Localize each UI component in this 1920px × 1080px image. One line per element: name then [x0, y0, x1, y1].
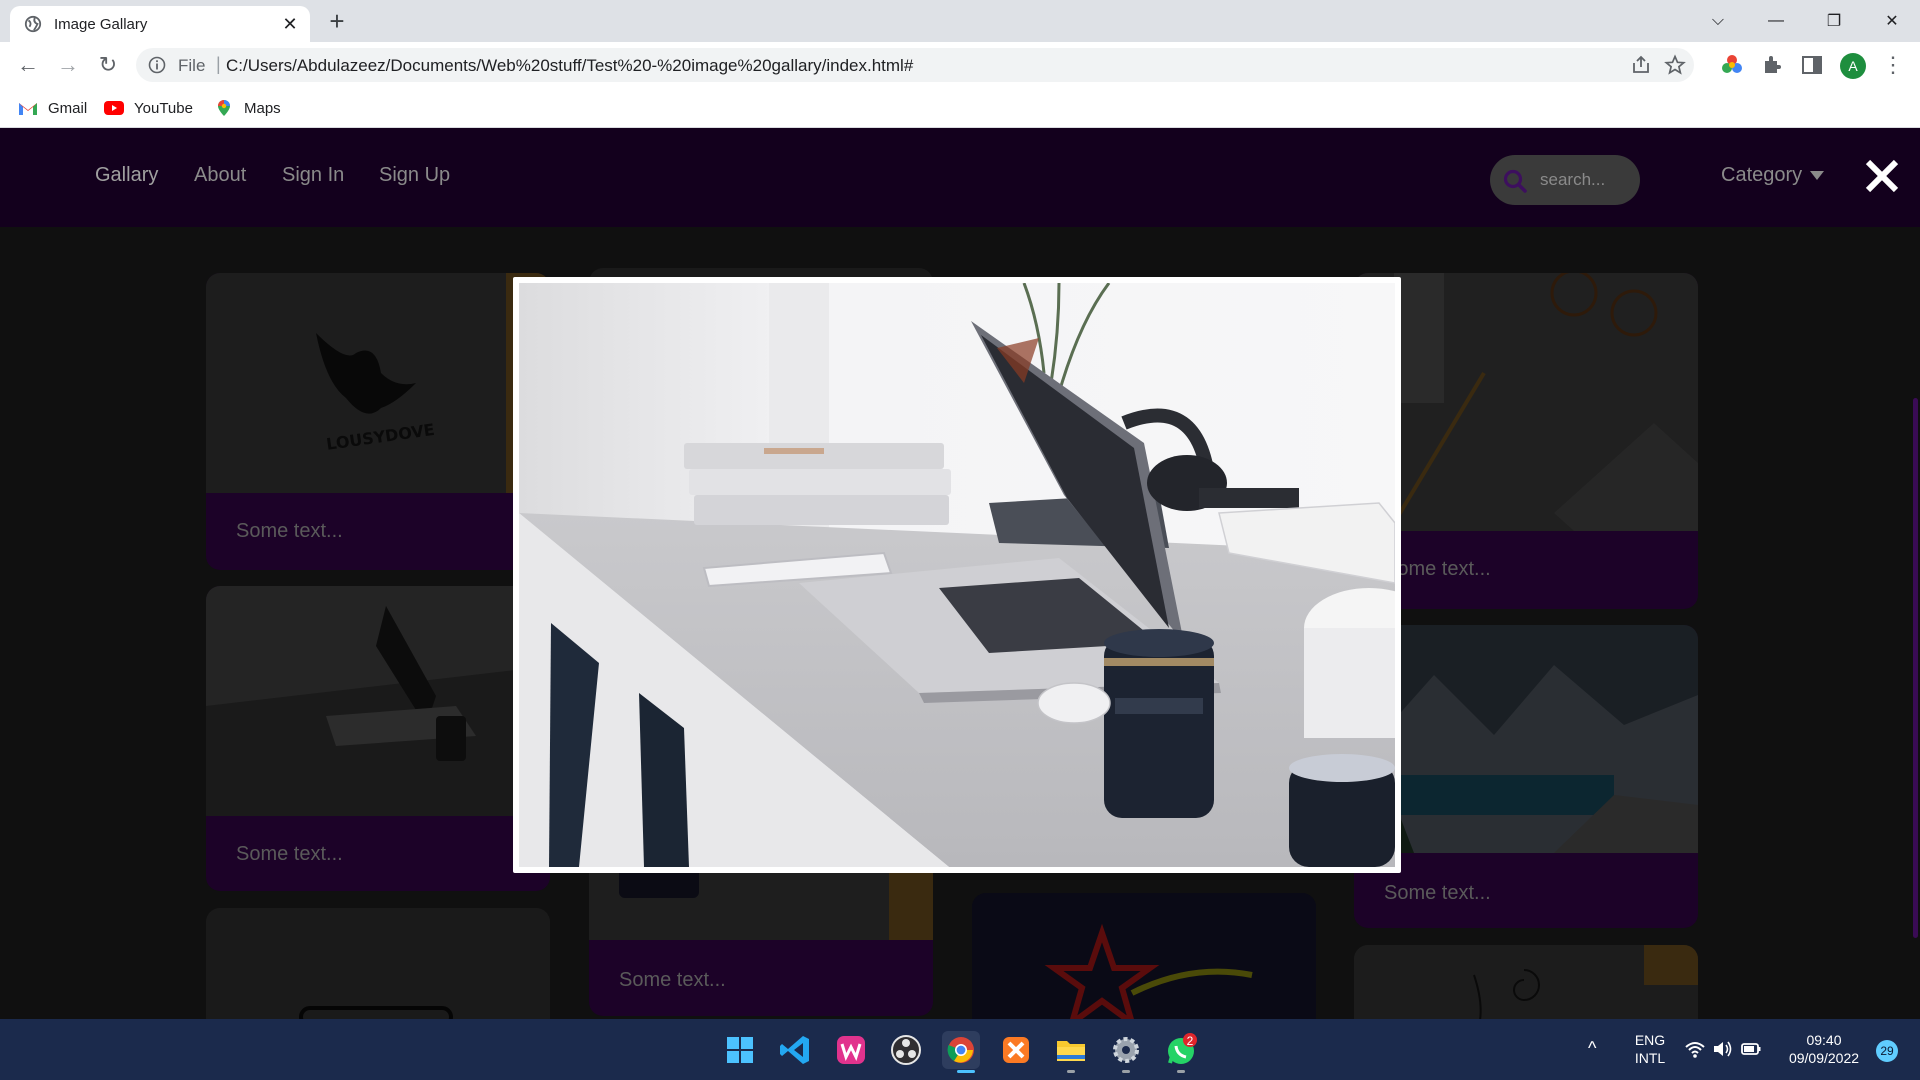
battery-icon[interactable] — [1740, 1039, 1762, 1059]
extensions-puzzle-icon[interactable] — [1760, 53, 1784, 77]
gallery-card[interactable]: Some text... — [589, 848, 933, 1016]
profile-avatar[interactable]: A — [1840, 53, 1866, 79]
new-tab-button[interactable]: + — [322, 8, 352, 36]
lousydove-logo-image: LOUSYDOVE — [206, 273, 550, 493]
gallery-card[interactable] — [206, 908, 550, 1019]
image-modal[interactable] — [513, 277, 1401, 873]
bookmark-youtube[interactable]: YouTube — [104, 96, 193, 120]
category-label: Category — [1721, 164, 1803, 186]
gallery-card[interactable]: Some text... — [206, 586, 550, 891]
forward-icon[interactable]: → — [52, 49, 84, 81]
caret-down-icon — [1810, 171, 1825, 181]
youtube-icon — [104, 101, 124, 115]
restore-button[interactable]: ❐ — [1806, 0, 1862, 42]
wamp-icon[interactable] — [832, 1031, 870, 1069]
app-indicator — [1122, 1070, 1130, 1073]
bookmark-label: Maps — [244, 99, 281, 117]
notification-count-badge[interactable]: 29 — [1876, 1040, 1898, 1062]
minimize-button[interactable]: — — [1748, 0, 1804, 42]
card-caption: Some text... — [236, 520, 343, 542]
bookmark-label: Gmail — [48, 99, 88, 117]
volume-icon[interactable] — [1712, 1039, 1734, 1059]
nav-sign-up[interactable]: Sign Up — [379, 164, 450, 187]
search-box[interactable]: search... — [1490, 155, 1640, 205]
search-icon — [1503, 169, 1527, 193]
windows-start-icon[interactable] — [721, 1031, 759, 1069]
mountain-lake-image — [1354, 625, 1698, 853]
gallery-card[interactable]: LOUSYDOVE Some text... — [206, 273, 550, 570]
tab-title: Image Gallary — [54, 16, 148, 33]
active-app-indicator — [957, 1070, 975, 1073]
gallery-card[interactable] — [972, 893, 1316, 1019]
show-hidden-icons-icon[interactable]: ^ — [1588, 1039, 1596, 1057]
browser-menu-icon[interactable]: ⋮ — [1882, 50, 1904, 80]
maps-icon — [218, 100, 230, 116]
language-indicator[interactable]: ENG INTL — [1630, 1031, 1670, 1067]
logo-card-image — [206, 908, 550, 1019]
star-logo-image — [972, 893, 1316, 1019]
language-bottom: INTL — [1634, 1050, 1666, 1066]
gallery-card[interactable] — [1354, 945, 1698, 1019]
clock-date: 09/09/2022 — [1788, 1050, 1860, 1066]
laptop-desk-thumbnail — [206, 586, 550, 816]
reload-icon[interactable]: ↻ — [92, 49, 124, 81]
nav-about[interactable]: About — [194, 164, 246, 187]
language-top: ENG — [1634, 1032, 1666, 1048]
windows-taskbar: 2 ^ ENG INTL 09:40 09/09/2022 — [0, 1019, 1920, 1080]
browser-toolbar: ← → ↻ File | C:/Users/Abdulazeez/Documen… — [0, 42, 1920, 88]
card-caption: Some text... — [1384, 882, 1491, 904]
bookmarks-bar: Gmail YouTube Maps — [0, 88, 1920, 128]
window-close-button[interactable]: ✕ — [1864, 0, 1920, 42]
gallery-card[interactable]: Some text... — [1354, 273, 1698, 609]
settings-icon[interactable] — [1107, 1031, 1145, 1069]
wifi-icon[interactable] — [1684, 1039, 1706, 1059]
category-dropdown[interactable]: Category — [1721, 164, 1825, 187]
back-icon[interactable]: ← — [12, 49, 44, 81]
tab-search-chevron-icon[interactable]: ⌵ — [1690, 0, 1746, 42]
bookmark-label: YouTube — [134, 99, 193, 117]
paper-sketch-image — [1354, 945, 1698, 1019]
whatsapp-badge: 2 — [1186, 1034, 1194, 1048]
page-scrollbar-thumb[interactable] — [1913, 398, 1918, 938]
card-caption: Some text... — [236, 843, 343, 865]
side-panel-icon[interactable] — [1800, 53, 1824, 77]
obs-icon[interactable] — [887, 1031, 925, 1069]
bookmark-star-icon[interactable] — [1664, 54, 1686, 76]
nav-gallary[interactable]: Gallary — [95, 164, 158, 187]
site-navbar: Gallary About Sign In Sign Up search... … — [0, 128, 1920, 227]
nav-sign-in[interactable]: Sign In — [282, 164, 344, 187]
xampp-icon[interactable] — [997, 1031, 1035, 1069]
address-bar[interactable]: File | C:/Users/Abdulazeez/Documents/Web… — [136, 48, 1694, 82]
bookmark-gmail[interactable]: Gmail — [18, 96, 87, 120]
share-icon[interactable] — [1630, 54, 1652, 76]
chrome-icon[interactable] — [942, 1031, 980, 1069]
tab-close-icon[interactable]: ✕ — [278, 12, 302, 36]
bookmark-maps[interactable]: Maps — [214, 96, 281, 120]
url-text[interactable]: C:/Users/Abdulazeez/Documents/Web%20stuf… — [226, 56, 913, 76]
omnibox-separator: | — [216, 54, 221, 74]
color-extension-icon[interactable] — [1720, 53, 1744, 77]
info-icon[interactable] — [148, 56, 166, 74]
vscode-icon[interactable] — [776, 1031, 814, 1069]
browser-tab[interactable]: Image Gallary ✕ — [10, 6, 310, 42]
tab-strip: Image Gallary ✕ + ⌵ — ❐ ✕ — [0, 0, 1920, 42]
gallery-card[interactable]: Some text... — [1354, 625, 1698, 928]
keyboard-glasses-image — [1354, 273, 1698, 531]
app-indicator — [1067, 1070, 1075, 1073]
app-indicator — [1177, 1070, 1185, 1073]
file-explorer-icon[interactable] — [1052, 1031, 1090, 1069]
clock[interactable]: 09:40 09/09/2022 — [1772, 1031, 1876, 1067]
close-modal-icon[interactable] — [1862, 156, 1902, 196]
gmail-icon — [19, 103, 37, 115]
clock-time: 09:40 — [1806, 1032, 1842, 1048]
scheme-label: File — [178, 56, 206, 75]
modal-laptop-desk-image — [519, 283, 1395, 867]
search-placeholder: search... — [1540, 170, 1606, 189]
card-caption: Some text... — [619, 969, 726, 991]
globe-icon — [24, 15, 42, 33]
